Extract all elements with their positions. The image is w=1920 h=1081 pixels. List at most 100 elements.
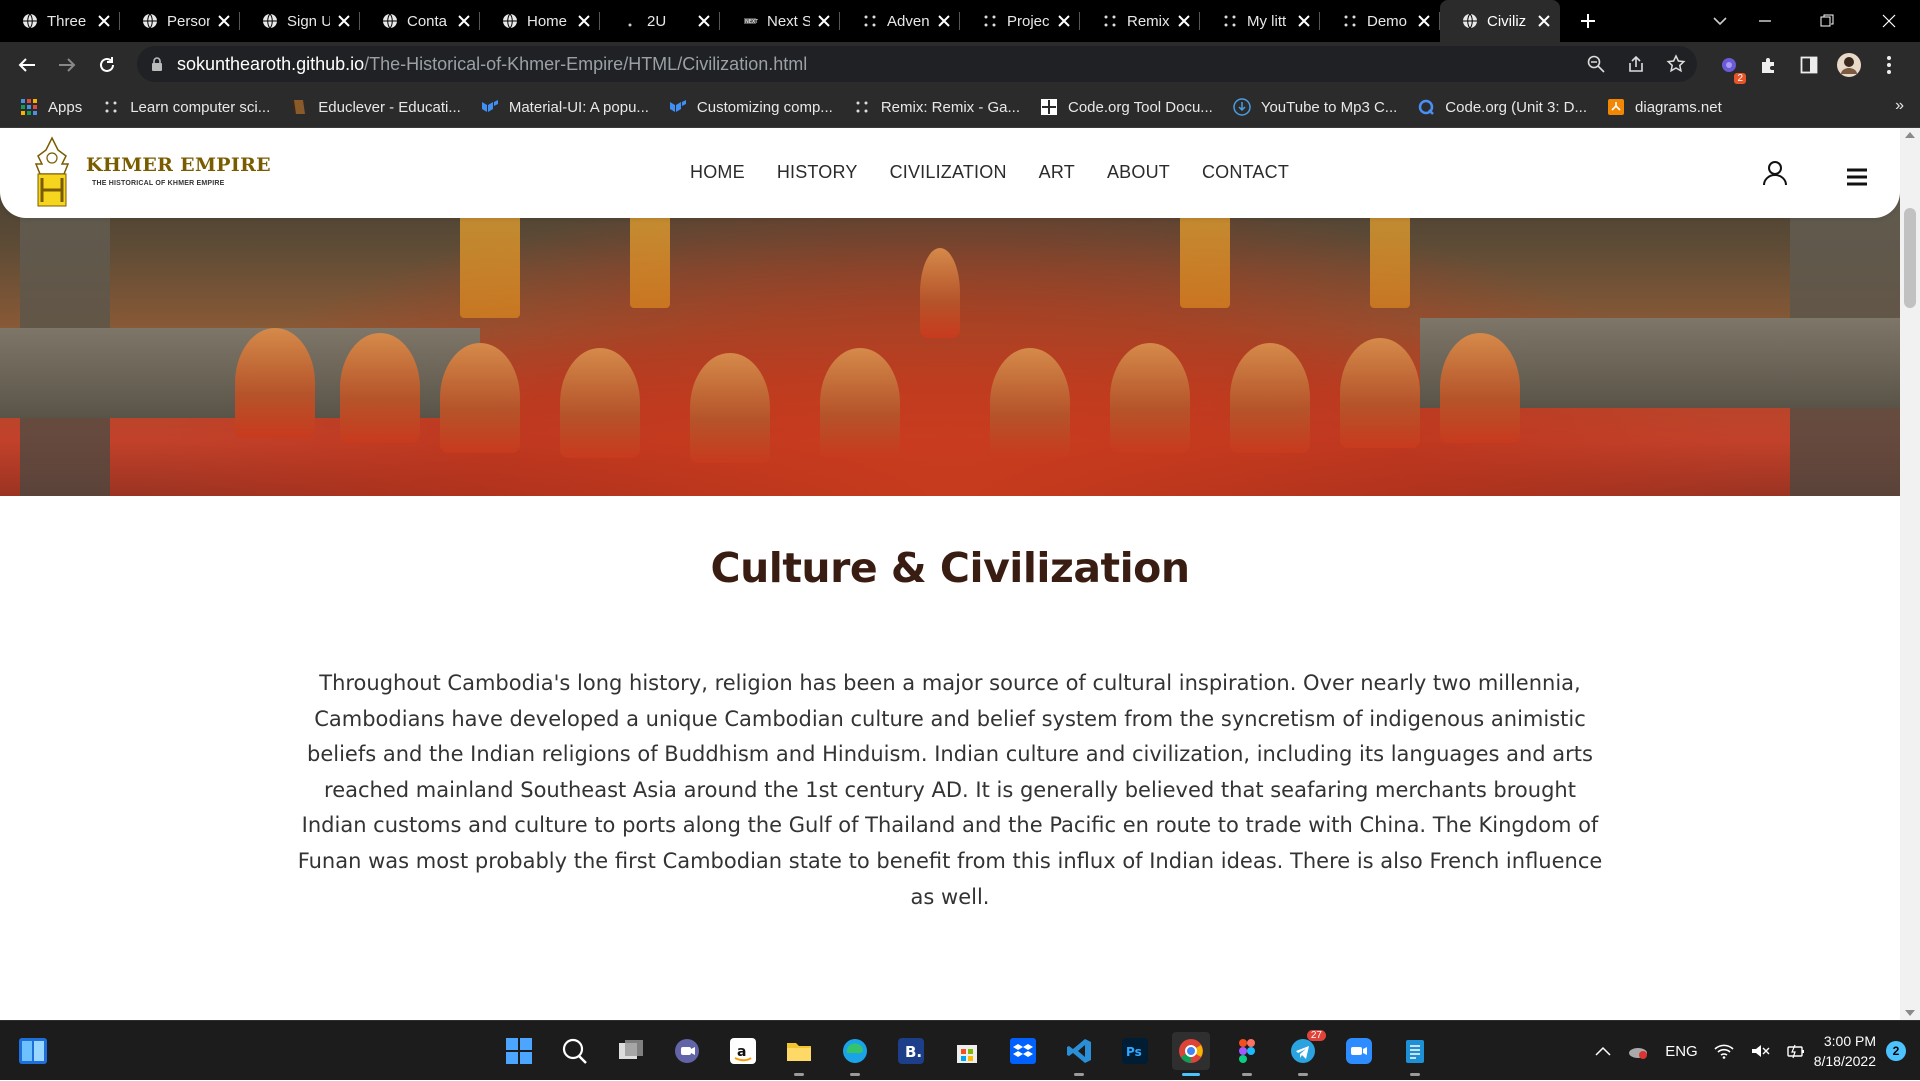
notification-badge[interactable]: 2 xyxy=(1886,1041,1906,1061)
restore-button[interactable] xyxy=(1796,0,1858,42)
tab-title: Person xyxy=(167,12,210,30)
amazon-icon[interactable]: a xyxy=(724,1032,762,1070)
bookmark-item[interactable]: Material-UI: A popu... xyxy=(471,92,659,122)
tab-close-icon[interactable] xyxy=(96,13,112,29)
address-bar[interactable]: sokunthearoth.github.io/The-Historical-o… xyxy=(137,46,1697,82)
b-app-icon[interactable]: B. xyxy=(892,1032,930,1070)
nav-link-art[interactable]: ART xyxy=(1039,162,1075,183)
browser-tab[interactable]: Projec xyxy=(960,0,1080,42)
lock-icon[interactable] xyxy=(149,56,165,72)
browser-tab[interactable]: Demo xyxy=(1320,0,1440,42)
browser-tab[interactable]: 2U xyxy=(600,0,720,42)
puzzle-icon[interactable] xyxy=(1756,52,1782,78)
user-icon[interactable] xyxy=(1762,160,1788,186)
bookmark-item[interactable]: diagrams.net xyxy=(1597,92,1732,122)
nav-link-about[interactable]: ABOUT xyxy=(1107,162,1170,183)
bookmark-item[interactable]: YouTube to Mp3 C... xyxy=(1223,92,1407,122)
new-tab-button[interactable] xyxy=(1566,0,1610,42)
file-explorer-icon[interactable] xyxy=(780,1032,818,1076)
clock[interactable]: 3:00 PM 8/18/2022 xyxy=(1814,1031,1876,1071)
language-indicator[interactable]: ENG xyxy=(1665,1043,1698,1060)
chrome-icon[interactable] xyxy=(1172,1032,1210,1076)
browser-tab[interactable]: My litt xyxy=(1200,0,1320,42)
profile-avatar-icon[interactable] xyxy=(1836,52,1862,78)
dropbox-icon[interactable] xyxy=(1004,1032,1042,1070)
chat-icon[interactable] xyxy=(668,1032,706,1070)
browser-tab[interactable]: Adven xyxy=(840,0,960,42)
volume-muted-icon[interactable] xyxy=(1750,1043,1770,1059)
browser-tab[interactable]: Person xyxy=(120,0,240,42)
nav-link-civilization[interactable]: CIVILIZATION xyxy=(890,162,1007,183)
bookmark-item[interactable]: Code.org (Unit 3: D... xyxy=(1407,92,1597,122)
brand-name[interactable]: KHMER EMPIRE xyxy=(86,154,271,176)
bookmark-label: diagrams.net xyxy=(1635,98,1722,116)
browser-tab[interactable]: Conta xyxy=(360,0,480,42)
browser-tab[interactable]: Remix xyxy=(1080,0,1200,42)
hamburger-menu-icon[interactable] xyxy=(1846,168,1868,186)
bookmark-star-icon[interactable] xyxy=(1663,51,1689,77)
bookmark-item[interactable]: Learn computer sci... xyxy=(92,92,280,122)
zoom-icon[interactable] xyxy=(1583,51,1609,77)
task-view-icon[interactable] xyxy=(612,1032,650,1070)
windows-start-icon[interactable] xyxy=(500,1032,538,1070)
tab-close-icon[interactable] xyxy=(336,13,352,29)
nav-link-contact[interactable]: CONTACT xyxy=(1202,162,1289,183)
bookmark-item[interactable]: Educlever - Educati... xyxy=(280,92,471,122)
forward-button[interactable] xyxy=(47,45,87,85)
photoshop-icon[interactable]: Ps xyxy=(1116,1032,1154,1070)
bookmarks-overflow-button[interactable]: » xyxy=(1895,97,1904,115)
notepad-icon[interactable] xyxy=(1396,1032,1434,1076)
close-window-button[interactable] xyxy=(1858,0,1920,42)
browser-tab[interactable]: Sign U xyxy=(240,0,360,42)
kebab-menu-icon[interactable] xyxy=(1876,52,1902,78)
chevron-up-icon[interactable] xyxy=(1595,1046,1611,1056)
scroll-thumb[interactable] xyxy=(1904,208,1916,308)
share-icon[interactable] xyxy=(1623,51,1649,77)
tab-close-icon[interactable] xyxy=(1056,13,1072,29)
tab-close-icon[interactable] xyxy=(576,13,592,29)
tab-close-icon[interactable] xyxy=(696,13,712,29)
browser-tab[interactable]: NEXT Next S xyxy=(720,0,840,42)
bookmark-item[interactable]: Remix: Remix - Ga... xyxy=(843,92,1030,122)
vscode-icon[interactable] xyxy=(1060,1032,1098,1076)
browser-tab[interactable]: Civiliz xyxy=(1440,0,1560,42)
extension-icon[interactable]: 2 xyxy=(1716,52,1746,84)
search-icon[interactable] xyxy=(556,1032,594,1070)
tab-close-icon[interactable] xyxy=(816,13,832,29)
minimize-button[interactable] xyxy=(1734,0,1796,42)
tab-close-icon[interactable] xyxy=(936,13,952,29)
reload-button[interactable] xyxy=(87,45,127,85)
main-nav: HOME HISTORY CIVILIZATION ART ABOUT CONTACT xyxy=(690,162,1289,183)
page-scrollbar[interactable] xyxy=(1900,128,1920,1020)
wifi-icon[interactable] xyxy=(1714,1043,1734,1059)
nav-link-history[interactable]: HISTORY xyxy=(777,162,858,183)
svg-text:B.: B. xyxy=(905,1043,922,1061)
back-button[interactable] xyxy=(7,45,47,85)
zoom-icon[interactable] xyxy=(1340,1032,1378,1070)
widgets-icon[interactable] xyxy=(18,1037,48,1065)
tab-title: Adven xyxy=(887,12,930,30)
bookmark-item[interactable]: Customizing comp... xyxy=(659,92,843,122)
edge-icon[interactable] xyxy=(836,1032,874,1076)
tab-close-icon[interactable] xyxy=(456,13,472,29)
scroll-down-arrow[interactable] xyxy=(1905,1010,1915,1016)
tab-close-icon[interactable] xyxy=(1296,13,1312,29)
tab-title: Sign U xyxy=(287,12,330,30)
khmer-empire-logo[interactable] xyxy=(24,134,80,210)
figma-icon[interactable] xyxy=(1228,1032,1266,1076)
onedrive-icon[interactable] xyxy=(1627,1043,1649,1059)
side-panel-icon[interactable] xyxy=(1796,52,1822,78)
browser-tab[interactable]: Three xyxy=(0,0,120,42)
scroll-up-arrow[interactable] xyxy=(1905,132,1915,138)
nav-link-home[interactable]: HOME xyxy=(690,162,745,183)
bookmark-item[interactable]: Code.org Tool Docu... xyxy=(1030,92,1223,122)
telegram-icon[interactable]: 27 xyxy=(1284,1030,1326,1076)
tab-close-icon[interactable] xyxy=(1176,13,1192,29)
battery-icon[interactable] xyxy=(1786,1043,1806,1059)
store-icon[interactable] xyxy=(948,1032,986,1070)
tab-close-icon[interactable] xyxy=(1536,13,1552,29)
browser-tab[interactable]: Home xyxy=(480,0,600,42)
bookmark-item[interactable]: Apps xyxy=(10,92,92,122)
tab-close-icon[interactable] xyxy=(1416,13,1432,29)
tab-close-icon[interactable] xyxy=(216,13,232,29)
